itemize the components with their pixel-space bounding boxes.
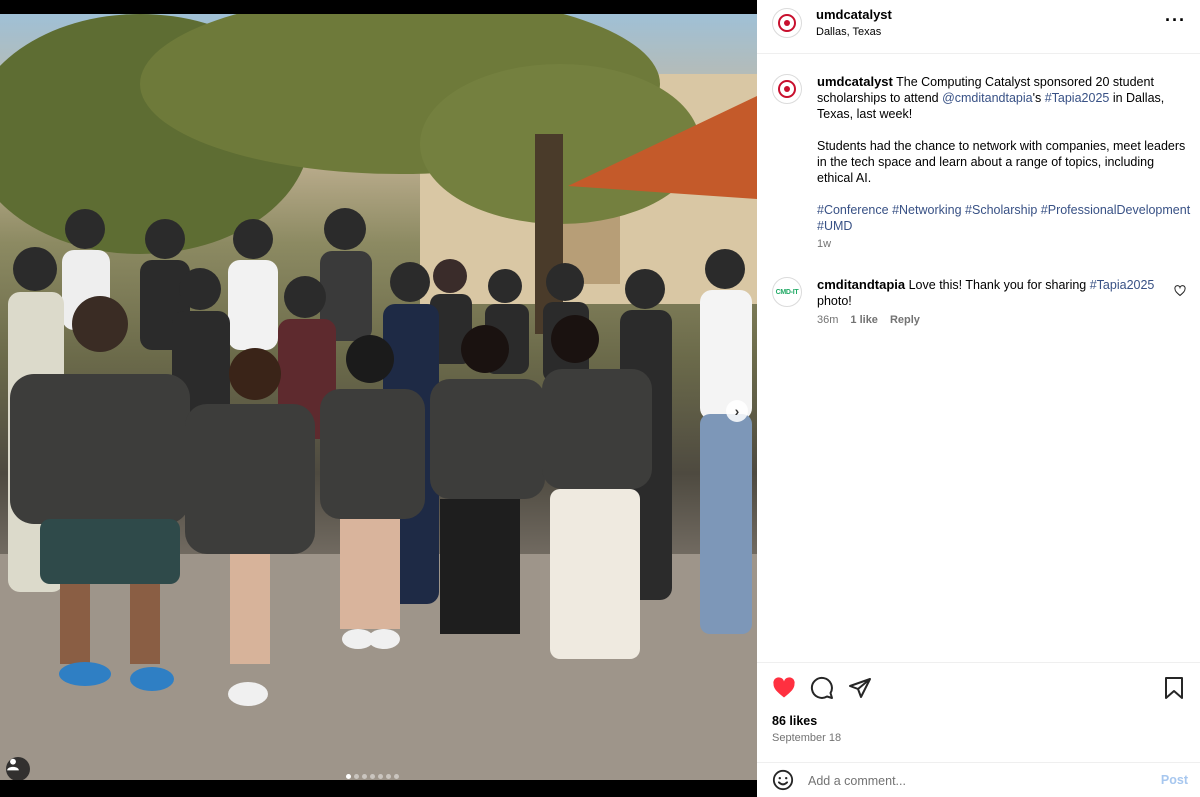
post-actions: 86 likes September 18 [757, 662, 1200, 758]
comment-input[interactable] [808, 770, 1138, 792]
carousel-dot [394, 774, 399, 779]
caption-time: 1w [817, 238, 832, 250]
umd-seal-icon [778, 14, 796, 32]
reply-button[interactable]: Reply [890, 314, 920, 326]
comment-like-icon[interactable] [1174, 285, 1186, 297]
hashtag-link[interactable]: #UMD [817, 219, 852, 233]
group-photo[interactable]: › [0, 14, 757, 780]
tagged-users-button[interactable] [6, 757, 30, 780]
carousel-dot [378, 774, 383, 779]
add-comment-bar: Post [757, 762, 1200, 797]
carousel-dot [346, 774, 351, 779]
carousel-indicator [346, 774, 399, 779]
umd-seal-icon [778, 80, 796, 98]
post-date: September 18 [772, 732, 842, 744]
carousel-dot [354, 774, 359, 779]
hashtag-link[interactable]: #Conference [817, 203, 889, 217]
comment-text-before: Love this! Thank you for sharing [908, 278, 1090, 292]
author-username[interactable]: umdcatalyst [816, 7, 892, 22]
commenter-avatar[interactable]: CMD-IT [772, 277, 802, 307]
group-photo-illustration [0, 14, 757, 780]
post-sidebar: umdcatalyst Dallas, Texas ··· umdcatalys… [757, 0, 1200, 797]
carousel-dot [386, 774, 391, 779]
hashtag-link[interactable]: #Tapia2025 [1045, 91, 1110, 105]
hashtag-link[interactable]: #Scholarship [965, 203, 1037, 217]
post-header: umdcatalyst Dallas, Texas ··· [757, 0, 1200, 54]
comment-item: CMD-IT cmditandtapia Love this! Thank yo… [772, 277, 1192, 326]
caption: umdcatalyst The Computing Catalyst spons… [772, 74, 1192, 250]
post-location[interactable]: Dallas, Texas [816, 26, 881, 38]
caption-avatar[interactable] [772, 74, 802, 104]
comment-text-after: photo! [817, 294, 852, 308]
carousel-dot [370, 774, 375, 779]
more-icon[interactable]: ··· [1165, 10, 1186, 31]
caption-username[interactable]: umdcatalyst [817, 74, 893, 89]
caption-paragraph: Students had the chance to network with … [817, 139, 1186, 185]
comment-likes[interactable]: 1 like [850, 314, 878, 326]
commenter-username[interactable]: cmditandtapia [817, 277, 905, 292]
hashtag-link[interactable]: #Networking [892, 203, 961, 217]
comment-icon[interactable] [810, 676, 834, 705]
chevron-right-icon: › [734, 403, 740, 419]
mention-link[interactable]: @cmditandtapia [942, 91, 1033, 105]
carousel-dot [362, 774, 367, 779]
bookmark-icon[interactable] [1163, 676, 1185, 705]
caption-possessive: 's [1032, 91, 1045, 105]
comment-meta: 36m 1 like Reply [817, 314, 1192, 326]
caption-meta: 1w [817, 238, 1192, 250]
comment-text: cmditandtapia Love this! Thank you for s… [817, 277, 1167, 309]
hashtag-link[interactable]: #Tapia2025 [1090, 278, 1155, 292]
heart-icon[interactable] [772, 676, 796, 705]
user-tag-icon [7, 758, 19, 771]
carousel-next-button[interactable]: › [726, 400, 748, 422]
post-media: › [0, 0, 757, 797]
cmd-it-logo-icon: CMD-IT [775, 288, 799, 296]
author-avatar[interactable] [772, 8, 802, 38]
hashtag-link[interactable]: #ProfessionalDevelopment [1041, 203, 1190, 217]
share-icon[interactable] [848, 676, 872, 705]
post-comment-button[interactable]: Post [1161, 773, 1188, 787]
comment-time: 36m [817, 314, 839, 326]
emoji-icon[interactable] [772, 769, 794, 796]
likes-count[interactable]: 86 likes [772, 714, 817, 728]
caption-text: umdcatalyst The Computing Catalyst spons… [817, 74, 1192, 234]
